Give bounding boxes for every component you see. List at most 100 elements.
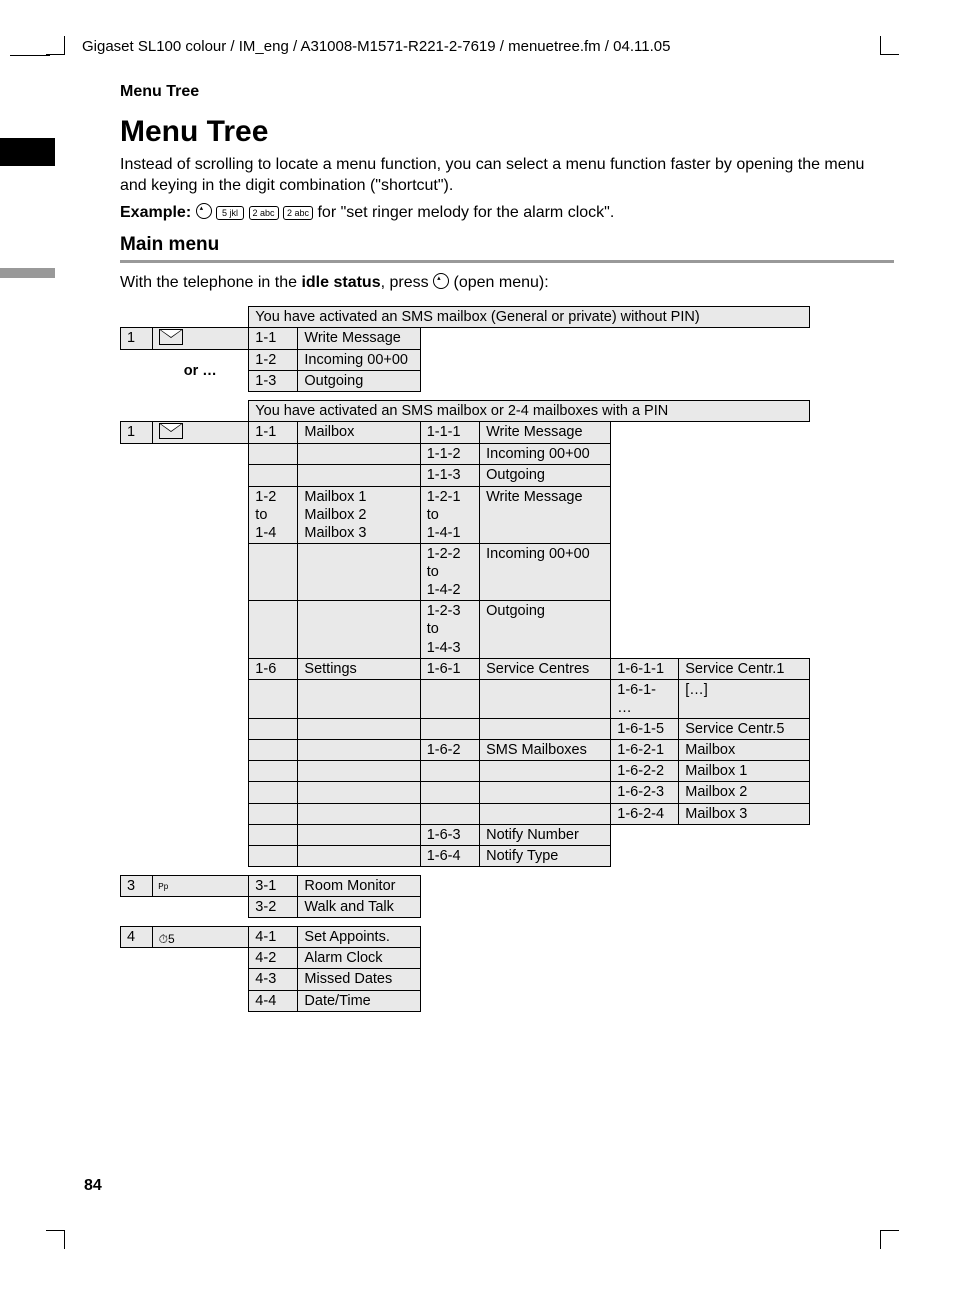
code: 1-6-2-2 [611,761,679,782]
label: Mailbox 1 [679,761,810,782]
example-tail: for "set ringer melody for the alarm clo… [317,204,614,221]
idle-bold: idle status [301,274,380,291]
code: 1-6-1-5 [611,719,679,740]
subheading: Main menu [120,234,894,256]
label: […] [679,679,810,718]
label: Outgoing [480,465,611,486]
code: 1-3 [249,370,298,391]
key-icon: 5 jkl [216,206,244,220]
clock-calendar-icon: ⏱5 [159,932,181,946]
code: 1-1-2 [420,444,479,465]
section-label: Menu Tree [120,83,894,101]
menu-icon-cell: ⏱5 [152,927,249,948]
menu-tree-table: You have activated an SMS mailbox (Gener… [120,306,810,1012]
idle-tail: (open menu): [449,274,549,291]
label: Mailbox [298,422,420,444]
label: Service Centr.1 [679,658,810,679]
baby-monitor-icon: ᴾᵖ [159,881,181,895]
code: 1-1 [249,327,298,349]
label: Walk and Talk [298,897,420,918]
nav-up-icon [196,203,212,219]
label: Write Message [298,327,420,349]
envelope-icon [159,329,183,345]
code: 1-2-3 to 1-4-3 [420,601,479,658]
intro-text: Instead of scrolling to locate a menu fu… [120,155,894,197]
key-icon: 2 abc [283,206,313,220]
label: Incoming 00+00 [480,543,611,600]
label: Write Message [480,422,611,444]
lead-bar-black [0,138,55,166]
label: Notify Number [480,824,611,845]
code: 1-1-1 [420,422,479,444]
crop-mark [880,36,899,55]
key-icon: 2 abc [249,206,279,220]
label: Alarm Clock [298,948,420,969]
label: Service Centr.5 [679,719,810,740]
code: 1-6 [249,658,298,679]
label: Incoming 00+00 [298,349,420,370]
code: 1-6-2-4 [611,803,679,824]
code: 3-1 [249,875,298,896]
code: 1-6-4 [420,845,479,866]
code: 1-2 [249,349,298,370]
code: 1-6-2-1 [611,740,679,761]
label: Write Message [480,486,611,543]
label: Settings [298,658,420,679]
label: Set Appoints. [298,927,420,948]
doc-header: Gigaset SL100 colour / IM_eng / A31008-M… [82,38,894,55]
crop-mark [10,55,50,56]
idle-instruction: With the telephone in the idle status, p… [120,273,894,292]
label: Notify Type [480,845,611,866]
crop-mark [880,1230,899,1249]
or-text: or … [152,349,249,391]
code: 1-2-1 to 1-4-1 [420,486,479,543]
envelope-icon [159,423,183,439]
code: 4-3 [249,969,298,990]
label: Missed Dates [298,969,420,990]
menu-icon-cell [152,422,249,444]
lead-bar-grey [0,268,55,278]
menu-index: 4 [121,927,153,948]
banner: You have activated an SMS mailbox or 2-4… [249,401,810,422]
idle-post: , press [381,274,433,291]
code: 1-6-3 [420,824,479,845]
label: Incoming 00+00 [480,444,611,465]
label: Room Monitor [298,875,420,896]
label: Mailbox 2 [679,782,810,803]
code: 4-1 [249,927,298,948]
label: Outgoing [298,370,420,391]
crop-mark [46,36,65,55]
code: 1-6-1-1 [611,658,679,679]
code: 1-1 [249,422,298,444]
code: 1-6-1- … [611,679,679,718]
code: 3-2 [249,897,298,918]
label: Service Centres [480,658,611,679]
code: 4-2 [249,948,298,969]
menu-index: 1 [121,327,153,349]
banner: You have activated an SMS mailbox (Gener… [249,306,810,327]
code: 1-2-2 to 1-4-2 [420,543,479,600]
label: Mailbox 3 [679,803,810,824]
code: 1-1-3 [420,465,479,486]
menu-index: 3 [121,875,153,896]
code: 1-6-2-3 [611,782,679,803]
menu-index: 1 [121,422,153,444]
label: Date/Time [298,990,420,1011]
divider [120,260,894,263]
idle-pre: With the telephone in the [120,274,301,291]
example-line: Example: 5 jkl 2 abc 2 abc for "set ring… [120,203,894,222]
label: SMS Mailboxes [480,740,611,761]
crop-mark [46,1230,65,1249]
page-number: 84 [84,1177,102,1195]
code: 1-6-2 [420,740,479,761]
menu-icon-cell [152,327,249,349]
code: 4-4 [249,990,298,1011]
code: 1-2 to 1-4 [249,486,298,543]
page-title: Menu Tree [120,115,894,149]
menu-icon-cell: ᴾᵖ [152,875,249,896]
code: 1-6-1 [420,658,479,679]
label: Outgoing [480,601,611,658]
label: Mailbox 1 Mailbox 2 Mailbox 3 [298,486,420,543]
example-label: Example: [120,204,191,221]
label: Mailbox [679,740,810,761]
